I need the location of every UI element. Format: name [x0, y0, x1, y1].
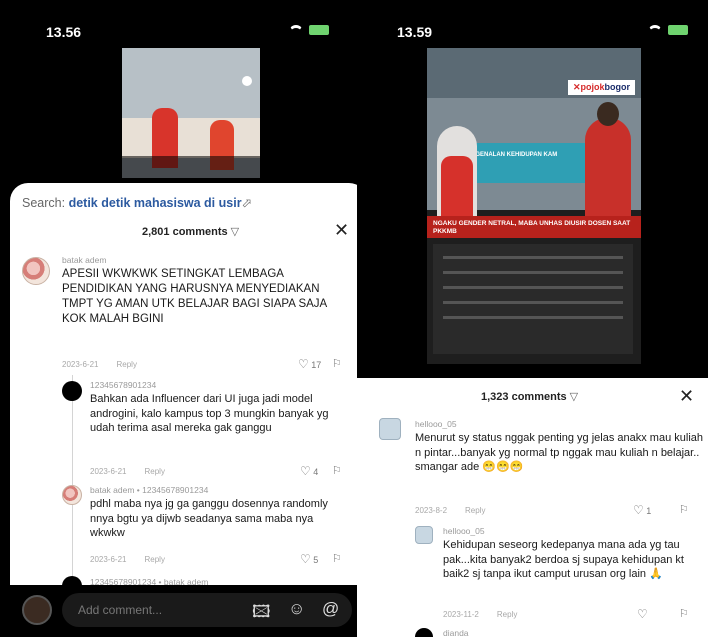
comment-username[interactable]: batak adem: [62, 255, 106, 265]
dislike-icon[interactable]: ⚐: [332, 464, 342, 477]
like-button[interactable]: ♡ 1: [633, 503, 651, 517]
reply-button[interactable]: Reply: [116, 360, 136, 369]
video-player[interactable]: ✕pojokbogor PENGENALAN KEHIDUPAN KAM NGA…: [427, 48, 641, 364]
heart-icon: ♡: [637, 607, 648, 621]
filter-icon[interactable]: ▽: [570, 391, 578, 403]
dislike-icon[interactable]: ⚐: [679, 503, 689, 516]
close-icon[interactable]: ✕: [679, 387, 694, 405]
comment-username[interactable]: batak adem • 12345678901234: [90, 485, 208, 495]
comment-username[interactable]: hellooo_05: [415, 419, 457, 429]
heart-icon: ♡: [300, 552, 311, 566]
heart-icon: ♡: [298, 357, 309, 371]
video-thumbnail[interactable]: [122, 48, 260, 178]
avatar[interactable]: [22, 257, 50, 285]
video-area: 13.59 ✕pojokbogor PENGENALAN KEHIDUPAN K…: [357, 0, 708, 378]
like-button[interactable]: ♡ 17: [298, 357, 321, 371]
comments-sheet: 1,323 comments ▽ ✕ hellooo_05 Menurut sy…: [357, 378, 708, 637]
comment-text: pdhl maba nya jg ga ganggu dosennya rand…: [90, 498, 328, 539]
comment-input-bar: Add comment... 🖾 ☺ @: [0, 585, 357, 637]
like-button[interactable]: ♡ 5: [300, 552, 318, 566]
heart-icon: ♡: [300, 464, 311, 478]
reply-button[interactable]: Reply: [465, 506, 485, 515]
comment-username[interactable]: dianda: [443, 628, 469, 637]
status-icons: [648, 25, 688, 35]
thread-line: [72, 375, 73, 585]
comment-meta: 2023-6-21 Reply: [90, 555, 165, 564]
dislike-icon[interactable]: ⚐: [332, 357, 342, 370]
comment-meta: 2023-8-2 Reply: [415, 506, 486, 515]
wall-banner-text: PENGENALAN KEHIDUPAN KAM: [463, 152, 558, 158]
comment-text: Bahkan ada Influencer dari UI juga jadi …: [90, 393, 329, 434]
avatar[interactable]: [379, 418, 401, 440]
mention-icon[interactable]: @: [322, 599, 339, 619]
comments-count: 2,801 comments ▽: [142, 226, 240, 238]
status-time: 13.59: [397, 24, 433, 40]
reply-button[interactable]: Reply: [497, 610, 517, 619]
like-button[interactable]: ♡: [637, 607, 648, 621]
search-suggestion[interactable]: Search: detik detik mahasiswa di usir⬀: [22, 195, 252, 210]
like-button[interactable]: ♡ 4: [300, 464, 318, 478]
left-phone-screen: 13.56 Search: detik detik mahasiswa di u…: [0, 0, 357, 637]
comment-username[interactable]: 12345678901234: [90, 380, 156, 390]
comment-meta: 2023-11-2 Reply: [443, 610, 518, 619]
comment-meta: 2023-6-21 Reply: [62, 360, 137, 369]
video-person: [437, 126, 477, 216]
avatar[interactable]: [62, 485, 82, 505]
comment-text: APESII WKWKWK SETINGKAT LEMBAGA PENDIDIK…: [62, 268, 327, 325]
avatar[interactable]: [415, 526, 433, 544]
comments-count: 1,323 comments ▽: [481, 391, 579, 403]
comment-text: Menurut sy status nggak penting yg jelas…: [415, 432, 703, 473]
avatar[interactable]: [62, 381, 82, 401]
filter-icon[interactable]: ▽: [231, 226, 239, 238]
status-time: 13.56: [46, 24, 82, 40]
wifi-icon: [289, 25, 303, 35]
dislike-icon[interactable]: ⚐: [679, 607, 689, 620]
pojokbogor-logo: ✕pojokbogor: [567, 80, 635, 95]
heart-icon: ♡: [633, 503, 644, 517]
my-avatar[interactable]: [22, 595, 52, 625]
close-icon[interactable]: ✕: [334, 221, 349, 239]
avatar[interactable]: [415, 628, 433, 637]
record-dot-icon: [242, 76, 252, 86]
video-person: [585, 102, 631, 218]
comment-meta: 2023-6-21 Reply: [90, 467, 165, 476]
comments-sheet: Search: detik detik mahasiswa di usir⬀ 2…: [10, 183, 357, 637]
comment-text: Kehidupan seseorg kedepanya mana ada yg …: [443, 539, 684, 580]
status-bar: 13.56: [0, 0, 357, 40]
video-description: [433, 244, 633, 354]
wifi-icon: [648, 25, 662, 35]
status-icons: [289, 25, 329, 35]
battery-icon: [309, 25, 329, 35]
reply-button[interactable]: Reply: [144, 555, 164, 564]
news-headline: NGAKU GENDER NETRAL, MABA UNHAS DIUSIR D…: [433, 220, 631, 235]
search-query-link[interactable]: detik detik mahasiswa di usir: [69, 196, 242, 210]
image-icon[interactable]: 🖾: [252, 599, 271, 628]
emoji-icon[interactable]: ☺: [288, 599, 305, 619]
battery-icon: [668, 25, 688, 35]
comment-username[interactable]: hellooo_05: [443, 526, 485, 536]
dislike-icon[interactable]: ⚐: [332, 552, 342, 565]
video-controls[interactable]: [122, 156, 260, 178]
add-comment-input[interactable]: Add comment... 🖾 ☺ @: [62, 593, 352, 627]
reply-button[interactable]: Reply: [144, 467, 164, 476]
search-arrow-icon: ⬀: [241, 196, 253, 210]
right-phone-screen: 13.59 ✕pojokbogor PENGENALAN KEHIDUPAN K…: [357, 0, 708, 637]
status-bar: 13.59: [357, 0, 708, 40]
